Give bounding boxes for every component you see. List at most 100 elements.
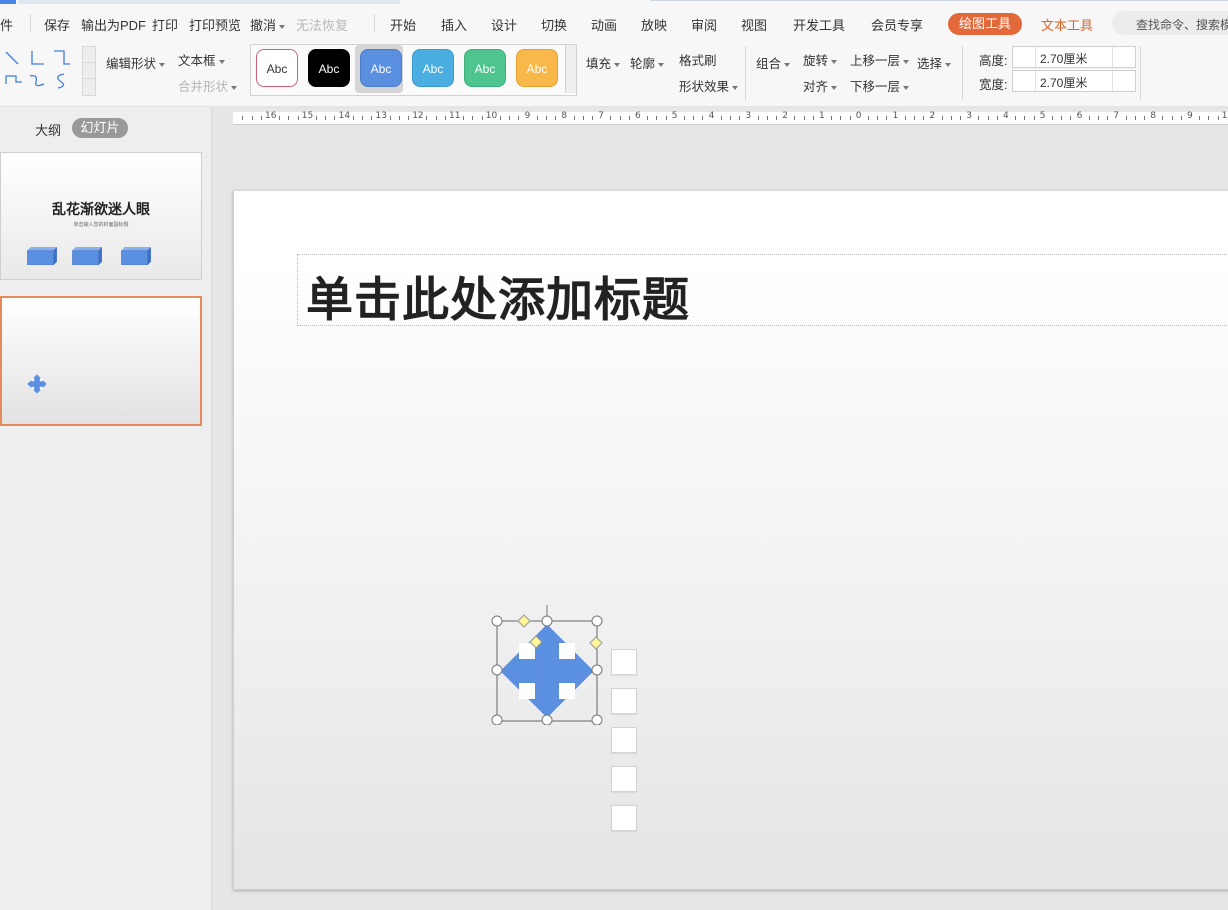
ruler-tick [1181, 116, 1182, 120]
rotate-button[interactable]: 旋转 [803, 50, 837, 69]
save-button[interactable]: 保存 [44, 15, 70, 34]
redo-button[interactable]: 无法恢复 [296, 15, 348, 34]
ruler-tick [684, 116, 685, 120]
tab-home[interactable]: 开始 [390, 15, 416, 34]
shape-effects-button[interactable]: 形状效果 [679, 76, 738, 95]
format-painter-button[interactable]: 格式刷 [679, 50, 717, 69]
shape-style-swatch[interactable]: Abc [360, 49, 402, 87]
outline-button[interactable]: 轮廓 [630, 53, 664, 72]
gallery-more-icon[interactable] [82, 78, 96, 96]
document-tab[interactable] [18, 0, 400, 4]
ruler-tick [942, 116, 943, 120]
gallery-more-icon[interactable] [565, 45, 576, 93]
ruler-label: 6 [635, 111, 641, 121]
ruler-tick [951, 116, 952, 120]
connector-elbow-icon [32, 51, 44, 64]
ruler-tick [702, 116, 703, 120]
connector-gallery[interactable] [2, 48, 80, 92]
shape-style-swatch[interactable]: Abc [256, 49, 298, 87]
ruler-tick [445, 116, 446, 120]
ruler-label: 4 [1003, 111, 1009, 121]
width-decrease-button[interactable] [1013, 71, 1036, 91]
menu-file[interactable]: 件 [0, 15, 13, 34]
ruler-tick [804, 116, 805, 120]
shape-layout-button[interactable] [611, 649, 637, 675]
menu-bar: 件 保存 输出为PDF 打印 打印预览 撤消 无法恢复 开始 插入 设计 切换 … [0, 0, 1228, 46]
tab-transitions[interactable]: 切换 [541, 15, 567, 34]
tab-design[interactable]: 设计 [491, 15, 517, 34]
tab-outline[interactable]: 大纲 [35, 120, 61, 139]
shape-outline-button[interactable] [611, 766, 637, 792]
ruler-label: 10 [1222, 111, 1228, 121]
print-preview-button[interactable]: 打印预览 [189, 15, 241, 34]
selected-shape[interactable] [489, 603, 609, 725]
print-button[interactable]: 打印 [152, 15, 178, 34]
shape-fill-button[interactable] [611, 727, 637, 753]
ruler-tick [988, 116, 989, 120]
height-field[interactable]: 2.70厘米 [1012, 46, 1136, 68]
width-increase-button[interactable] [1112, 71, 1135, 91]
width-field[interactable]: 2.70厘米 [1012, 70, 1136, 92]
ruler-tick [666, 116, 667, 120]
tab-review[interactable]: 审阅 [691, 15, 717, 34]
divider [374, 14, 375, 32]
ruler-tick [509, 116, 510, 120]
select-button[interactable]: 选择 [917, 53, 951, 72]
text-box-button[interactable]: 文本框 [178, 50, 225, 69]
ruler-tick [997, 116, 998, 120]
tab-text-tools[interactable]: 文本工具 [1041, 15, 1093, 34]
ruler-tick [730, 116, 731, 120]
shape-style-swatch[interactable]: Abc [308, 49, 350, 87]
shape-style-swatch[interactable]: Abc [412, 49, 454, 87]
shape-style-button[interactable] [611, 688, 637, 714]
connector-curve-arrow-icon [58, 74, 64, 88]
connector-curve-icon [30, 76, 44, 86]
ruler-tick [1034, 116, 1035, 120]
slide-thumbnail-2[interactable] [0, 296, 202, 426]
tab-animations[interactable]: 动画 [591, 15, 617, 34]
ruler-tick [1098, 116, 1099, 120]
divider [962, 46, 963, 100]
edit-shape-button[interactable]: 编辑形状 [106, 53, 165, 72]
merge-shape-button[interactable]: 合并形状 [178, 76, 237, 95]
tab-insert[interactable]: 插入 [441, 15, 467, 34]
shape-style-swatch[interactable]: Abc [464, 49, 506, 87]
ruler-label: 16 [265, 111, 276, 121]
bring-forward-button[interactable]: 上移一层 [850, 50, 909, 69]
title-placeholder[interactable]: 单击此处添加标题 [297, 254, 1228, 326]
shape-more-button[interactable] [611, 805, 637, 831]
tab-membership[interactable]: 会员专享 [871, 15, 923, 34]
command-search-input[interactable]: 查找命令、搜索模板 [1112, 11, 1228, 35]
slide-thumbnail-1[interactable]: 乱花渐欲迷人眼 单击输入您的封面副标题 [0, 152, 202, 280]
export-pdf-button[interactable]: 输出为PDF [81, 15, 146, 34]
connector-straight-icon [6, 52, 18, 64]
ruler-tick [693, 116, 694, 120]
height-increase-button[interactable] [1112, 47, 1135, 67]
height-value: 2.70厘米 [1040, 50, 1087, 67]
horizontal-ruler[interactable]: 16151413121110987654321012345678910 [233, 112, 1228, 125]
shape-style-swatch[interactable]: Abc [516, 49, 558, 87]
align-button[interactable]: 对齐 [803, 76, 837, 95]
ruler-tick [620, 116, 621, 120]
ruler-label: 7 [1113, 111, 1119, 121]
ruler-tick [1061, 116, 1062, 120]
ruler-tick [316, 116, 317, 120]
group-button[interactable]: 组合 [756, 53, 790, 72]
fill-button[interactable]: 填充 [586, 53, 620, 72]
tab-drawing-tools[interactable]: 绘图工具 [948, 13, 1022, 35]
slide-canvas[interactable]: 单击此处添加标题 [233, 190, 1228, 890]
ruler-label: 11 [449, 111, 460, 121]
ruler-tick [850, 116, 851, 120]
height-decrease-button[interactable] [1013, 47, 1036, 67]
tab-slideshow[interactable]: 放映 [641, 15, 667, 34]
tab-view[interactable]: 视图 [741, 15, 767, 34]
ruler-tick [500, 116, 501, 120]
divider [30, 14, 31, 32]
undo-button[interactable]: 撤消 [250, 15, 285, 34]
ruler-tick [1135, 116, 1136, 120]
document-tab-active[interactable] [0, 0, 16, 4]
send-backward-button[interactable]: 下移一层 [850, 76, 909, 95]
tab-slides[interactable]: 幻灯片 [72, 118, 128, 138]
tab-developer[interactable]: 开发工具 [793, 15, 845, 34]
ruler-label: 0 [856, 111, 862, 121]
